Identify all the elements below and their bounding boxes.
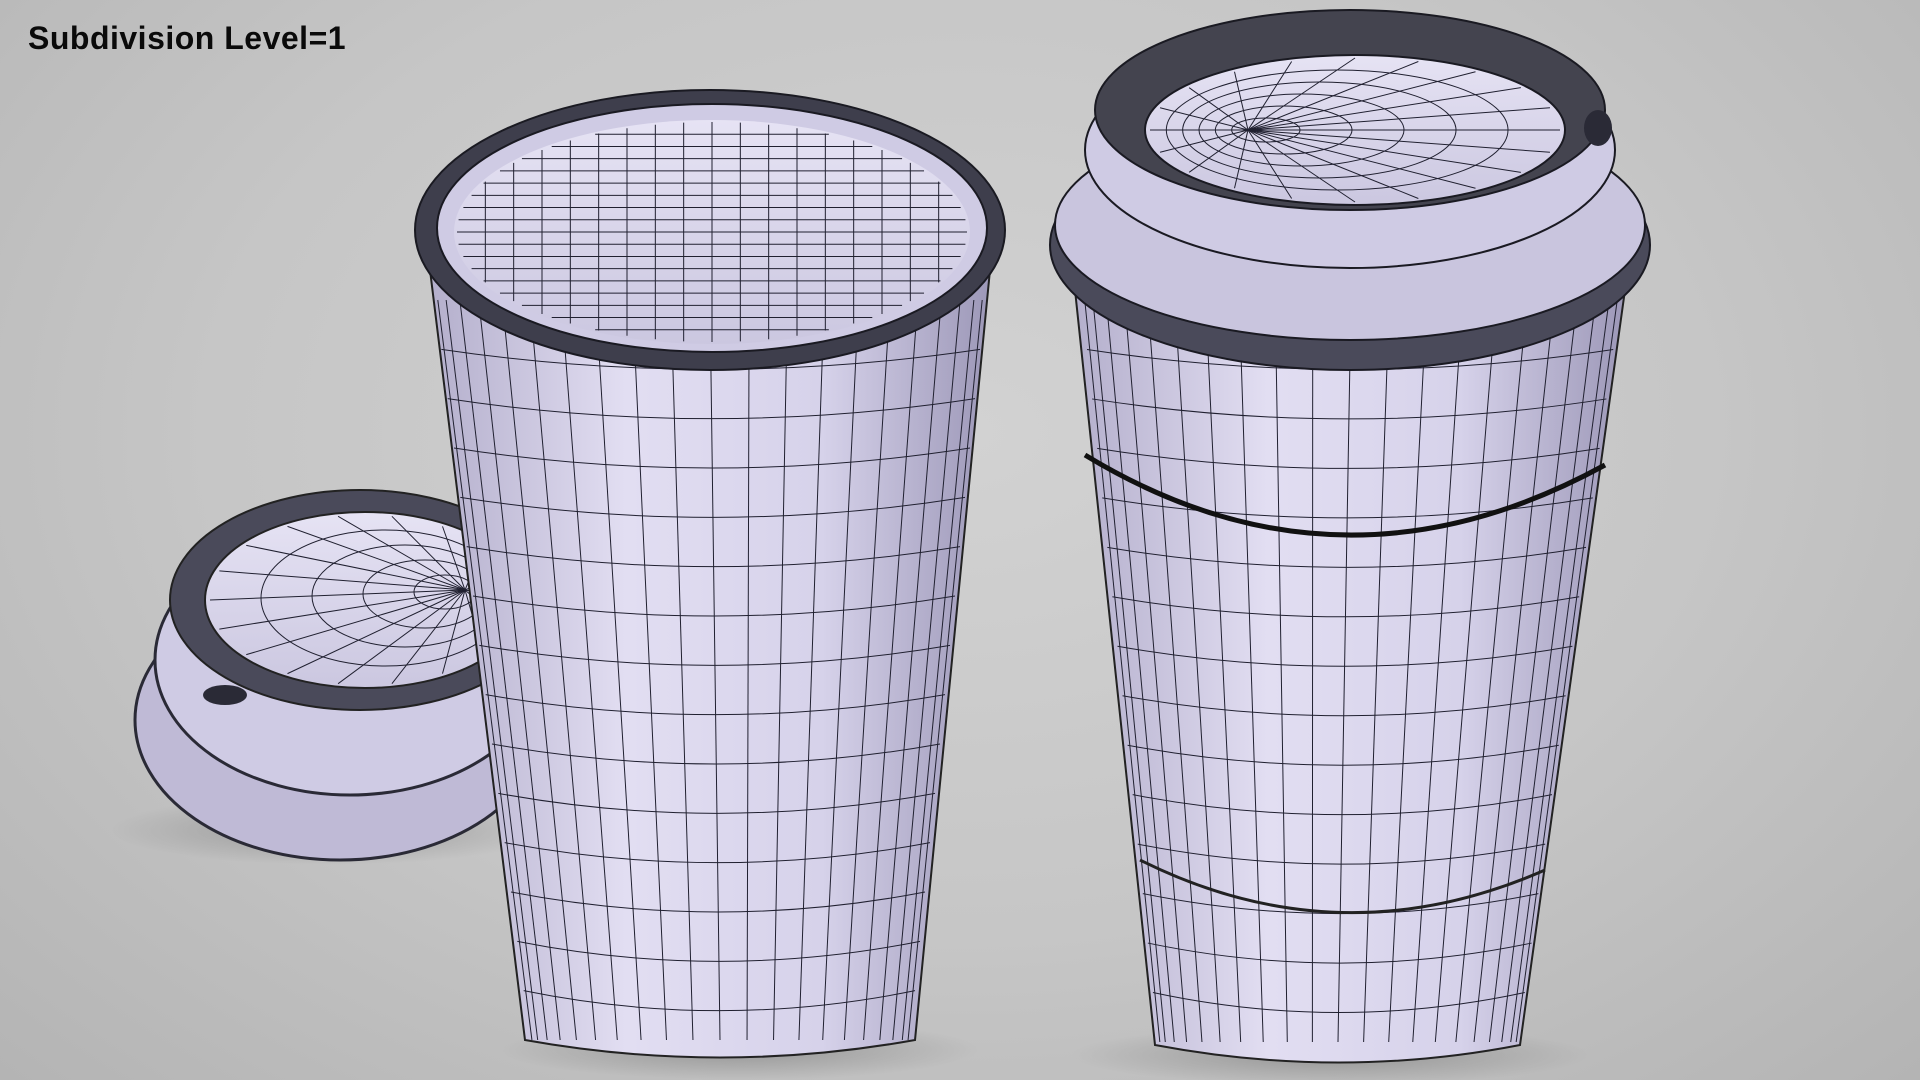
sip-hole [203, 685, 247, 705]
render-viewport [110, 9, 1651, 1080]
lidded-cup-with-sleeve [1049, 9, 1651, 1064]
open-cup [414, 89, 1006, 1059]
lid-sip-hole [1584, 110, 1612, 146]
open-cup-body [428, 269, 992, 1059]
